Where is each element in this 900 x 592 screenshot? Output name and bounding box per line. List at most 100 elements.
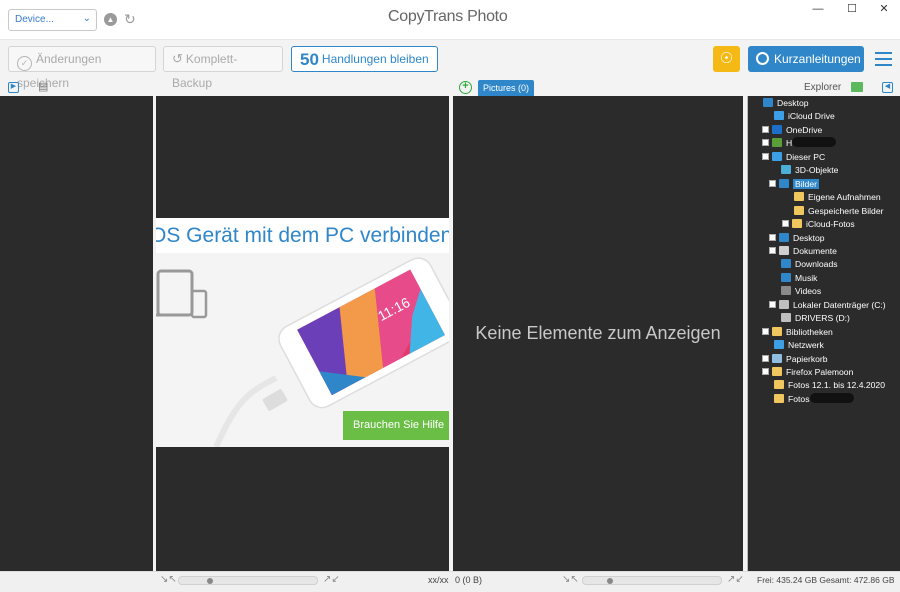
drive-icon bbox=[779, 299, 789, 309]
trash-icon bbox=[772, 353, 782, 363]
tree-expander-icon[interactable] bbox=[769, 300, 776, 308]
tree-expander-icon[interactable] bbox=[769, 179, 776, 187]
tree-expander-icon[interactable] bbox=[762, 368, 769, 375]
toolbar: ✓ Änderungen speichern ↺ Komplett-Backup 5… bbox=[0, 40, 900, 90]
folder-icon bbox=[794, 192, 804, 202]
tab-pictures[interactable]: Pictures (0) bbox=[478, 80, 535, 96]
tree-item[interactable]: Dieser PC bbox=[762, 151, 825, 164]
tree-item[interactable]: Desktop bbox=[751, 97, 809, 110]
tree-item-label: Papierkorb bbox=[786, 353, 828, 364]
device-zoom-thumb[interactable] bbox=[207, 578, 213, 584]
maximize-button[interactable]: ☐ bbox=[836, 0, 868, 20]
tree-item[interactable]: Musik bbox=[769, 272, 817, 285]
pc-zoom-slider[interactable] bbox=[582, 576, 722, 585]
tree-item[interactable]: Videos bbox=[769, 285, 821, 298]
folder-icon[interactable] bbox=[851, 82, 863, 92]
tree-item-label: Lokaler Datenträger (C:) bbox=[793, 299, 886, 310]
pc-count-text: 0 (0 B) bbox=[455, 575, 483, 585]
tree-item[interactable]: DRIVERS (D:) bbox=[769, 312, 850, 325]
tree-expander-icon[interactable] bbox=[762, 139, 769, 147]
download-icon bbox=[781, 259, 791, 269]
tree-item[interactable]: Papierkorb bbox=[762, 353, 828, 366]
tree-item[interactable]: Dokumente bbox=[769, 245, 837, 258]
cube-icon bbox=[781, 165, 791, 175]
tree-expander-icon[interactable] bbox=[762, 125, 769, 133]
computer-icon bbox=[772, 151, 782, 161]
tree-item[interactable]: Fotos bbox=[762, 392, 854, 406]
tree-item[interactable]: Bibliotheken bbox=[762, 326, 833, 339]
tree-item[interactable]: iCloud Drive bbox=[762, 110, 835, 123]
tree-item-label: Firefox Palemoon bbox=[786, 367, 854, 377]
tree-expander-icon[interactable] bbox=[762, 152, 769, 160]
device-zoom-slider[interactable] bbox=[178, 576, 318, 585]
add-icon[interactable]: + bbox=[459, 81, 472, 94]
close-button[interactable]: ✕ bbox=[868, 0, 900, 20]
tree-expander-icon[interactable] bbox=[782, 220, 789, 228]
tree-item[interactable]: Downloads bbox=[769, 258, 838, 271]
device-select[interactable]: Device... ⌄ bbox=[8, 9, 97, 31]
tree-item[interactable]: OneDrive bbox=[762, 124, 822, 137]
tree-item-label: iCloud Drive bbox=[788, 111, 835, 122]
tree-item-label: Desktop bbox=[793, 232, 825, 243]
folder-icon bbox=[772, 367, 782, 376]
eject-icon[interactable]: ▲ bbox=[104, 13, 117, 26]
tree-item-label: Gespeicherte Bilder bbox=[808, 205, 884, 216]
lifebuoy-icon bbox=[756, 52, 769, 65]
need-help-button[interactable]: Brauchen Sie Hilfe bbox=[343, 411, 449, 440]
zoom-in-icon[interactable]: ↗↙ bbox=[727, 574, 744, 585]
tree-item-label: OneDrive bbox=[786, 124, 823, 135]
tree-item-label: Bibliotheken bbox=[786, 326, 833, 337]
document-icon bbox=[779, 245, 789, 255]
folder-icon bbox=[794, 205, 804, 215]
save-changes-button[interactable]: ✓ Änderungen speichern bbox=[8, 46, 156, 90]
remaining-actions-button[interactable]: 50 Handlungen bleiben bbox=[291, 46, 438, 72]
albums-panel bbox=[0, 96, 153, 571]
tree-expander-icon[interactable] bbox=[762, 327, 769, 335]
collapse-panel-icon[interactable]: ◀ bbox=[882, 82, 893, 93]
tree-item[interactable]: Firefox Palemoon bbox=[762, 366, 853, 379]
refresh-icon[interactable]: ↻ bbox=[124, 11, 136, 28]
actions-label: Handlungen bleiben bbox=[321, 52, 429, 66]
full-backup-button[interactable]: ↺ Komplett-Backup bbox=[163, 46, 283, 90]
tree-item-label: Musik bbox=[795, 272, 818, 283]
tree-item[interactable]: H bbox=[762, 137, 837, 150]
clapperboard-icon[interactable]: ▤ bbox=[38, 80, 48, 93]
chevron-down-icon: ⌄ bbox=[82, 13, 91, 24]
tree-item[interactable]: Lokaler Datenträger (C:) bbox=[769, 299, 886, 312]
connect-device-banner: OS Gerät mit dem PC verbinden 11:16 Brau… bbox=[156, 218, 449, 447]
zoom-out-icon[interactable]: ↘↖ bbox=[562, 574, 579, 585]
lightbulb-icon[interactable]: ☉ bbox=[713, 46, 740, 72]
pc-zoom-thumb[interactable] bbox=[607, 578, 613, 584]
zoom-in-icon[interactable]: ↗↙ bbox=[323, 574, 340, 585]
tree-item-label: Videos bbox=[795, 286, 822, 297]
tree-item-label: Dokumente bbox=[793, 245, 837, 256]
tree-item[interactable]: Eigene Aufnahmen bbox=[782, 191, 881, 204]
hamburger-menu-icon[interactable] bbox=[875, 52, 892, 66]
tree-item[interactable]: Bilder bbox=[769, 178, 819, 191]
tree-item-label: Fotos 12.1. bis 12.4.2020 bbox=[788, 380, 885, 391]
tree-expander-icon[interactable] bbox=[762, 354, 769, 362]
quick-guide-button[interactable]: Kurzanleitungen bbox=[748, 46, 864, 72]
desktop-icon bbox=[763, 98, 773, 107]
folder-icon bbox=[792, 219, 802, 229]
tree-item[interactable]: 3D-Objekte bbox=[769, 164, 838, 177]
tree-item-label: Bilder bbox=[793, 178, 819, 189]
user-icon bbox=[772, 138, 782, 148]
tree-item[interactable]: iCloud-Fotos bbox=[782, 218, 855, 231]
zoom-out-icon[interactable]: ↘↖ bbox=[160, 574, 177, 585]
tree-item[interactable]: Gespeicherte Bilder bbox=[782, 205, 883, 218]
cloud-icon bbox=[774, 111, 784, 121]
music-icon bbox=[781, 272, 791, 282]
tree-item-label: Eigene Aufnahmen bbox=[808, 192, 881, 203]
minimize-button[interactable]: — bbox=[802, 0, 834, 20]
play-icon[interactable]: ▶ bbox=[8, 82, 19, 93]
tree-expander-icon[interactable] bbox=[769, 233, 776, 241]
quick-guide-label: Kurzanleitungen bbox=[774, 52, 861, 66]
video-icon bbox=[781, 286, 791, 296]
tree-expander-icon[interactable] bbox=[769, 246, 776, 254]
tree-item[interactable]: Desktop bbox=[769, 232, 825, 245]
pictures-icon bbox=[779, 178, 789, 188]
tree-item[interactable]: Fotos 12.1. bis 12.4.2020 bbox=[762, 379, 885, 392]
app-logo: CopyTrans Photo bbox=[388, 8, 518, 32]
tree-item[interactable]: Netzwerk bbox=[762, 339, 824, 352]
